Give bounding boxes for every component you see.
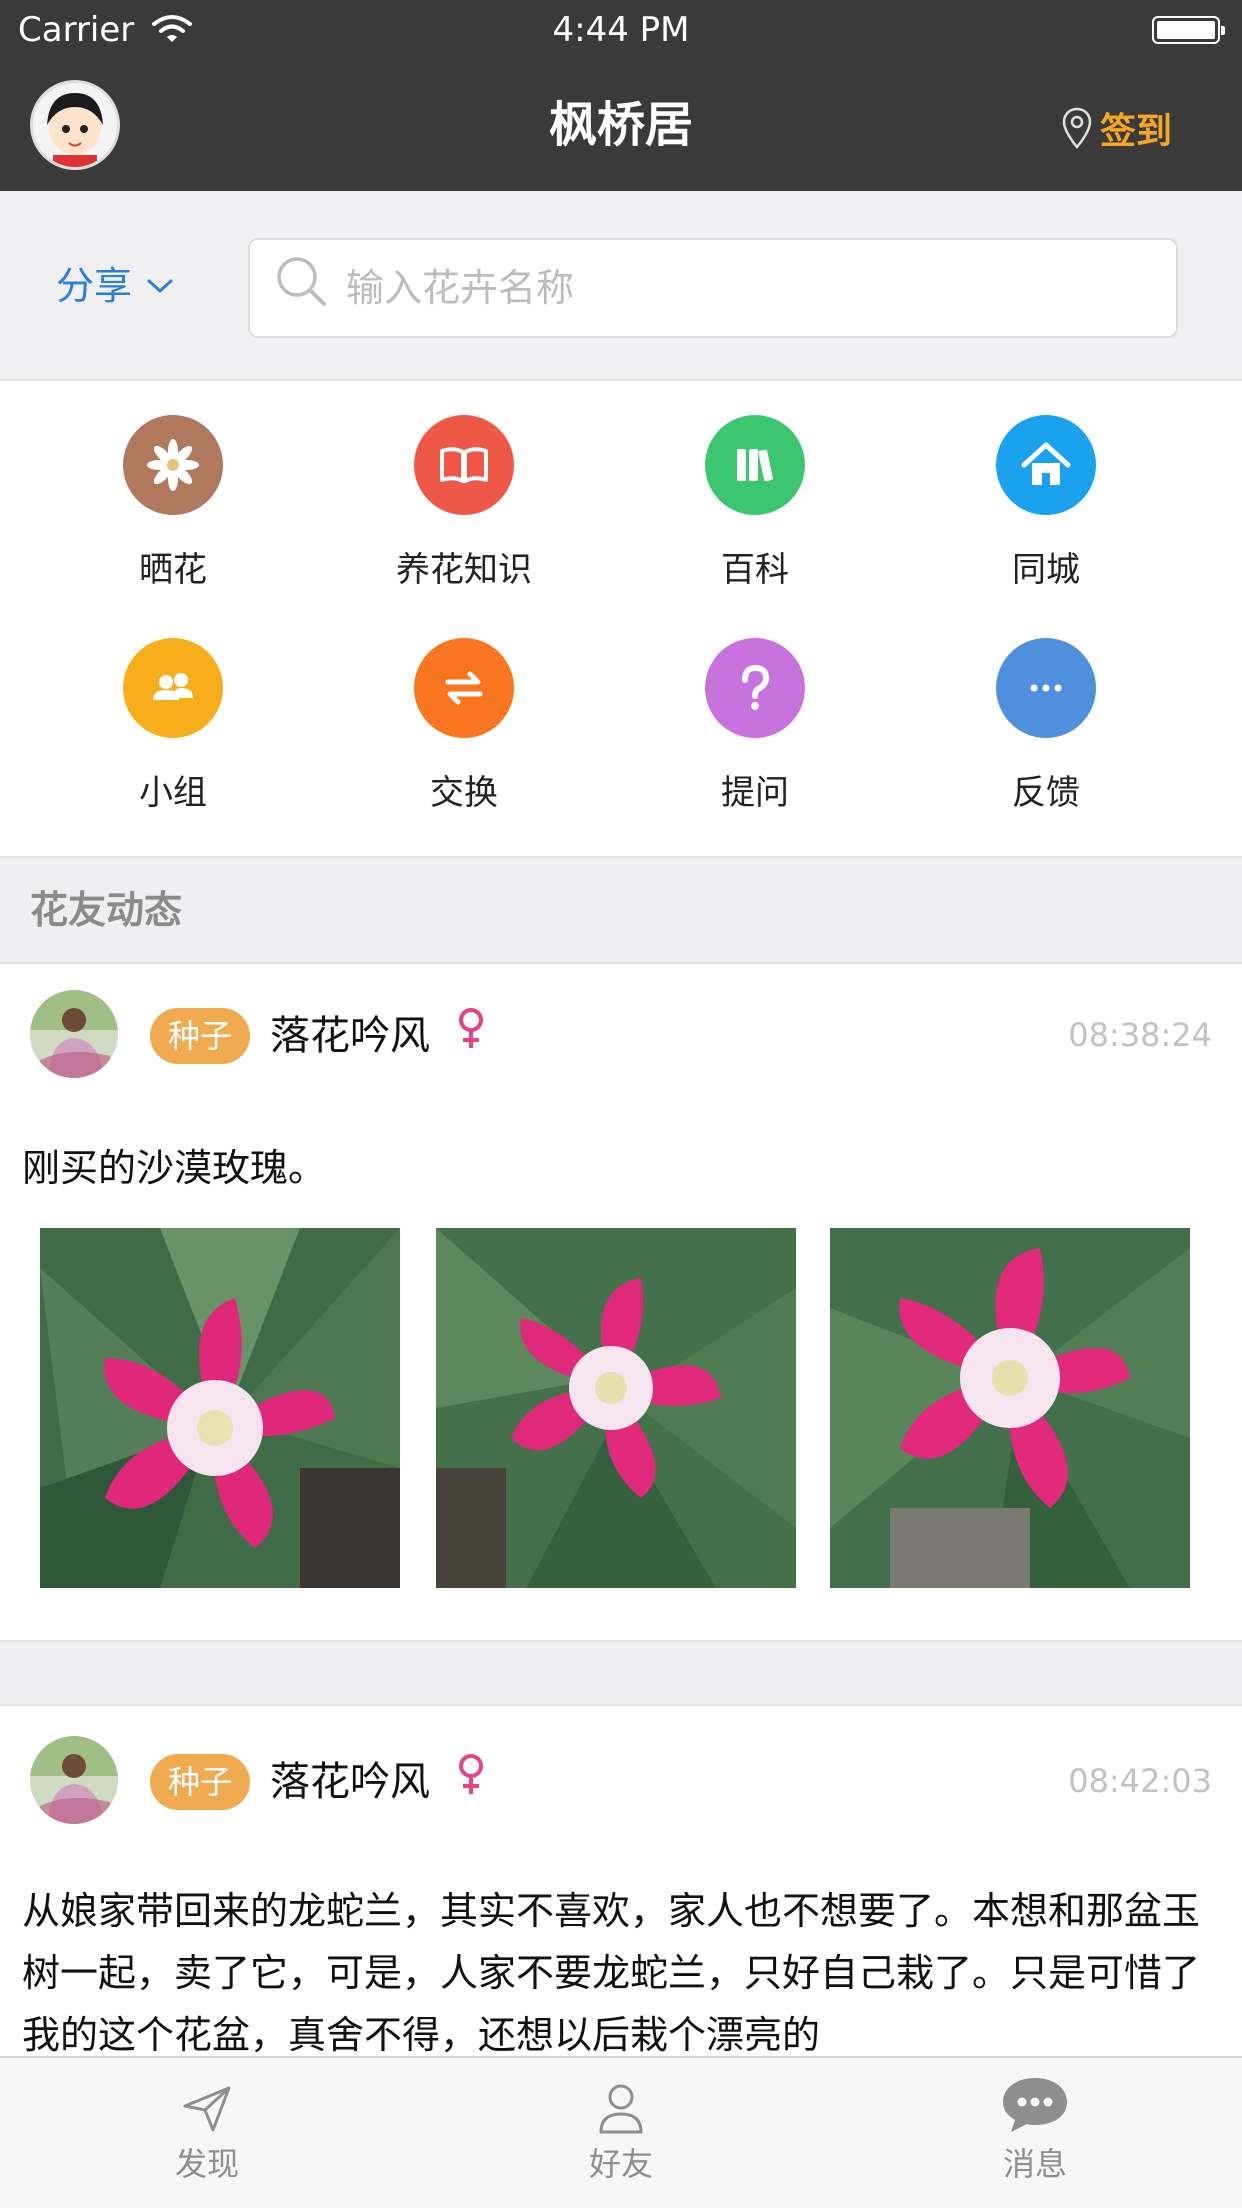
tab-discover[interactable]: 发现: [0, 2058, 414, 2208]
location-pin-icon: [1062, 107, 1092, 149]
category-label: 百科: [721, 550, 789, 590]
category-group[interactable]: 小组: [48, 638, 298, 858]
user-level-badge: 种子: [150, 1754, 251, 1810]
tab-label: 发现: [174, 2145, 239, 2183]
exchange-icon: [414, 638, 514, 738]
category-knowledge[interactable]: 养花知识: [339, 415, 589, 635]
send-icon: [183, 2086, 231, 2132]
search-input[interactable]: [346, 258, 1146, 318]
category-feedback[interactable]: 反馈: [921, 638, 1171, 858]
tab-messages[interactable]: 消息: [828, 2058, 1242, 2208]
feed-section-title: 花友动态: [30, 888, 183, 932]
tab-label: 好友: [588, 2145, 653, 2183]
category-label: 提问: [721, 773, 789, 813]
category-label: 小组: [139, 773, 207, 813]
user-level-badge: 种子: [150, 1008, 251, 1064]
post-photo[interactable]: [830, 1228, 1190, 1588]
status-time: 4:44 PM: [552, 10, 690, 50]
person-icon: [599, 2084, 643, 2134]
search-icon: [277, 257, 326, 306]
category-shaihua[interactable]: 晒花: [48, 415, 298, 635]
post-timestamp: 08:42:03: [1068, 1762, 1212, 1800]
female-icon: [459, 1754, 483, 1794]
tab-label: 消息: [1002, 2145, 1067, 2183]
category-label: 晒花: [139, 550, 207, 590]
category-local[interactable]: 同城: [921, 415, 1171, 635]
category-label: 反馈: [1012, 773, 1080, 813]
post-author-avatar[interactable]: [30, 990, 118, 1078]
post-username[interactable]: 落花吟风: [270, 1754, 430, 1810]
books-icon: [705, 415, 805, 515]
post-text: 刚买的沙漠玫瑰。: [22, 1146, 327, 1190]
category-encyclopedia[interactable]: 百科: [630, 415, 880, 635]
post-timestamp: 08:38:24: [1068, 1016, 1212, 1054]
more-icon: [996, 638, 1096, 738]
post-photo[interactable]: [436, 1228, 796, 1588]
page-title: 枫桥居: [548, 97, 693, 153]
category-label: 同城: [1012, 550, 1080, 590]
post-photo[interactable]: [40, 1228, 400, 1588]
question-icon: [705, 638, 805, 738]
home-icon: [996, 415, 1096, 515]
checkin-button[interactable]: 签到: [1062, 100, 1172, 156]
share-dropdown-label: 分享: [56, 264, 133, 308]
category-label: 养花知识: [396, 550, 532, 590]
tab-friends[interactable]: 好友: [414, 2058, 828, 2208]
category-exchange[interactable]: 交换: [339, 638, 589, 858]
female-icon: [459, 1008, 483, 1048]
post-divider: [0, 1640, 1242, 1706]
post-author-avatar[interactable]: [30, 1736, 118, 1824]
category-ask[interactable]: 提问: [630, 638, 880, 858]
chevron-down-icon: [147, 279, 173, 294]
share-dropdown[interactable]: 分享: [56, 258, 174, 314]
group-icon: [123, 638, 223, 738]
checkin-label: 签到: [1100, 111, 1173, 152]
category-label: 交换: [430, 773, 498, 813]
battery-icon: [1152, 16, 1225, 44]
post-username[interactable]: 落花吟风: [270, 1008, 430, 1064]
book-icon: [414, 415, 514, 515]
chat-icon: [1003, 2078, 1067, 2132]
flower-icon: [123, 415, 223, 515]
post-text: 从娘家带回来的龙蛇兰，其实不喜欢，家人也不想要了。本想和那盆玉树一起，卖了它，可…: [22, 1889, 1201, 2056]
feed-section-header: [0, 856, 1242, 964]
